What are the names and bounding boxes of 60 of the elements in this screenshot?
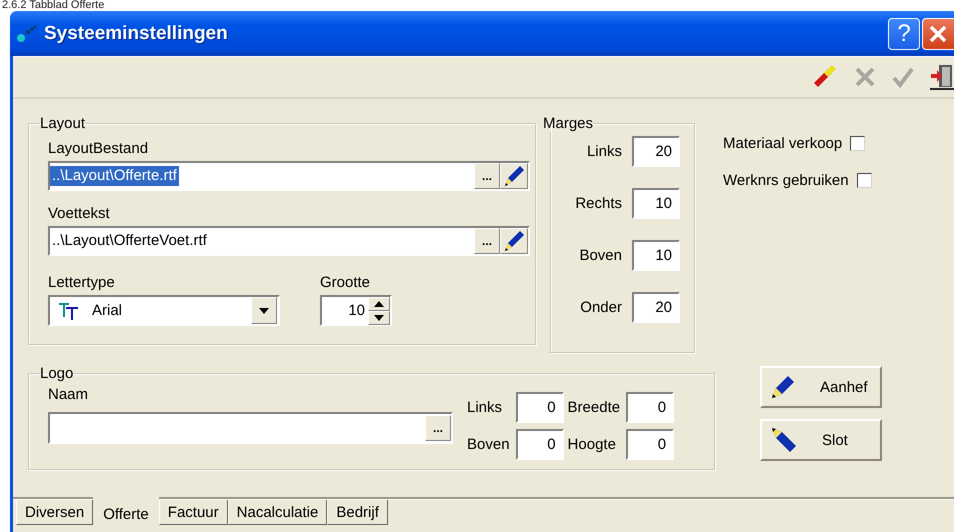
tab[interactable]: Nacalculatie: [228, 500, 328, 525]
file-path-field[interactable]: ..\Layout\OfferteVoet.rtf ...: [48, 226, 530, 256]
field-label: Lettertype: [48, 274, 116, 291]
checkbox-label: Materiaal verkoop: [723, 135, 842, 152]
app-icon: [16, 24, 38, 42]
number-field[interactable]: 10: [632, 240, 680, 271]
field-label: Boven: [579, 247, 622, 264]
field-label: Links: [467, 399, 504, 416]
spin-up-button[interactable]: [368, 296, 390, 310]
tab[interactable]: Factuur: [158, 500, 228, 525]
field-label: Grootte: [320, 274, 372, 291]
group-legend: Logo: [40, 365, 74, 382]
eraser-icon[interactable]: [812, 65, 838, 89]
tab[interactable]: Bedrijf: [327, 500, 388, 525]
number-field[interactable]: 0: [626, 392, 674, 423]
pencil-icon: [503, 164, 525, 188]
checkbox[interactable]: [850, 136, 866, 151]
file-path-field[interactable]: ..\Layout\Offerte.rtf ...: [48, 161, 530, 191]
number-field[interactable]: 20: [632, 292, 680, 323]
checkbox-label: Werknrs gebruiken: [723, 172, 849, 189]
greeting-button[interactable]: Aanhef: [760, 366, 882, 408]
field-label: Boven: [467, 436, 511, 453]
file-name-field[interactable]: ...: [48, 412, 453, 444]
field-label: Breedte: [568, 399, 622, 416]
font-icon: [58, 300, 80, 320]
field-label: Links: [586, 143, 622, 160]
down-caret-icon: [374, 314, 384, 320]
close-button[interactable]: [922, 18, 954, 50]
up-caret-icon: [374, 300, 384, 306]
group-legend: Layout: [40, 115, 86, 132]
field-label: Rechts: [575, 195, 622, 212]
number-field[interactable]: 20: [632, 136, 680, 167]
document-heading: 2.6.2 Tabblad Offerte: [1, 0, 106, 11]
font-dropdown[interactable]: Arial: [48, 295, 280, 326]
edit-button[interactable]: [500, 228, 528, 254]
number-field[interactable]: 0: [516, 429, 564, 460]
number-field[interactable]: 0: [626, 429, 674, 460]
field-label: LayoutBestand: [48, 140, 150, 157]
dropdown-button[interactable]: [251, 297, 277, 324]
number-field[interactable]: 10: [632, 188, 680, 219]
number-field[interactable]: 0: [516, 392, 564, 423]
browse-button[interactable]: ...: [474, 163, 500, 189]
closing-button[interactable]: Slot: [760, 419, 882, 461]
group-legend: Marges: [543, 115, 594, 132]
window-title: Systeeminstellingen: [44, 22, 228, 44]
field-label: Hoogte: [568, 436, 617, 453]
edit-button[interactable]: [500, 163, 528, 189]
field-label: Voettekst: [48, 205, 111, 222]
browse-button[interactable]: ...: [425, 415, 451, 441]
caret-icon: [259, 308, 269, 314]
exit-door-icon[interactable]: [930, 64, 954, 90]
spin-down-button[interactable]: [368, 310, 390, 324]
checkbox[interactable]: [856, 173, 872, 188]
size-spinner[interactable]: 10: [320, 295, 392, 326]
pencil-icon: [503, 229, 525, 253]
browse-button[interactable]: ...: [474, 228, 500, 254]
help-button[interactable]: ?: [888, 18, 920, 50]
field-label: Onder: [580, 299, 622, 316]
tab[interactable]: Diversen: [16, 500, 94, 525]
field-label: Naam: [48, 386, 90, 403]
